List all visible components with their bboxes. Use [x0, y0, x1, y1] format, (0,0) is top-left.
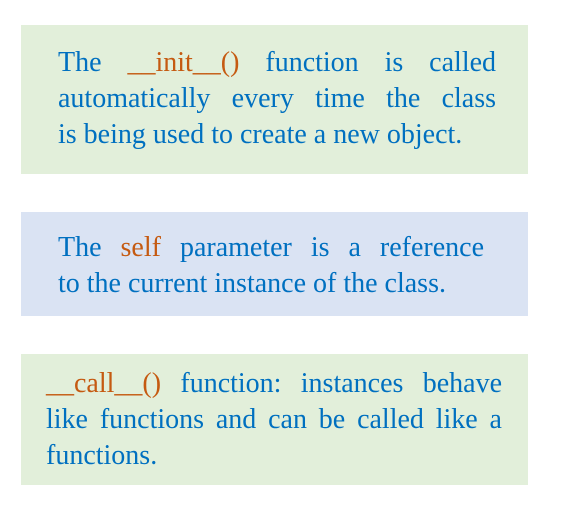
call-line-2: like functions and can be called like a — [46, 404, 502, 435]
self-line-2: to the current instance of the class. — [58, 268, 446, 299]
init-line-3: is being used to create a new object. — [58, 119, 463, 150]
init-line-1: The __init__() function is called — [58, 47, 497, 78]
call-line-1: __call__() function: instances behave — [46, 368, 502, 399]
self-note-box: The self parameter is a reference to the… — [21, 212, 528, 316]
call-note-box: __call__() function: instances behave li… — [21, 354, 528, 485]
self-line-1: The self parameter is a reference — [58, 232, 485, 263]
call-line-3: functions. — [46, 440, 158, 471]
init-line-2: automatically every time the class — [58, 83, 496, 114]
init-note-box: The __init__() function is called automa… — [21, 25, 528, 174]
